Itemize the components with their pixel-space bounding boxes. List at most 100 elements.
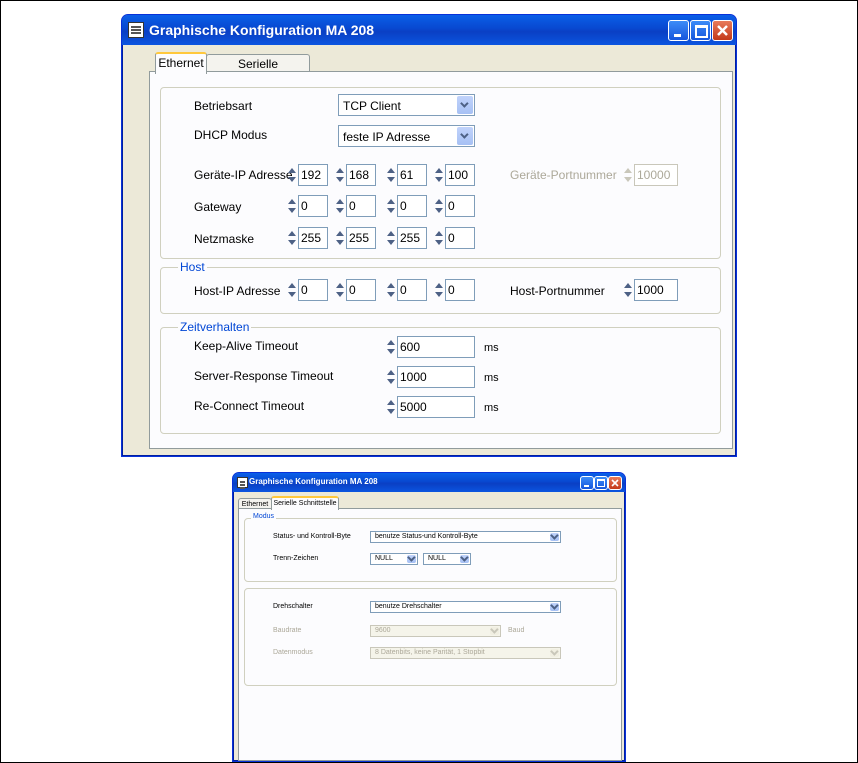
modus-group [244,518,617,582]
spinner-arrows-icon[interactable] [286,166,297,184]
chevron-down-icon[interactable] [407,555,416,563]
spinner-arrows-icon[interactable] [385,281,396,299]
spinner-arrows-icon[interactable] [433,197,444,215]
close-icon [611,479,619,487]
minimize-icon [674,34,681,37]
gateway-octet-1[interactable]: 0 [286,195,328,217]
host-port-field[interactable]: 1000 [622,279,678,301]
drehschalter-select[interactable]: benutze Drehschalter [370,601,561,613]
modus-legend: Modus [251,513,277,520]
window-title: Graphische Konfiguration MA 208 [249,477,378,486]
gateway-octet-3[interactable]: 0 [385,195,427,217]
close-button[interactable] [712,20,733,41]
tab-ethernet-label: Ethernet [158,56,204,70]
keepalive-field[interactable]: 600 [385,336,475,358]
maximize-icon [695,25,708,38]
spinner-arrows-icon[interactable] [385,197,396,215]
netzmaske-label: Netzmaske [194,232,255,246]
tab-serielle[interactable]: Serielle Schnittstelle [271,496,339,510]
maximize-icon [597,479,605,487]
status-byte-label: Status- und Kontroll-Byte [273,533,351,540]
spinner-arrows-icon[interactable] [334,281,345,299]
spinner-arrows-icon[interactable] [334,166,345,184]
host-ip-octet-4[interactable]: 0 [433,279,475,301]
geraete-ip-octet-4[interactable]: 100 [433,164,475,186]
chevron-down-icon[interactable] [457,127,473,145]
geraete-ip-octet-2[interactable]: 168 [334,164,376,186]
close-icon [717,25,728,36]
spinner-arrows-icon[interactable] [385,398,396,416]
window-icon [128,22,144,38]
geraete-port-field[interactable]: 10000 [622,164,678,186]
window-title: Graphische Konfiguration MA 208 [149,22,375,38]
spinner-arrows-icon[interactable] [385,368,396,386]
minimize-icon [584,485,589,487]
netzmaske-octet-3[interactable]: 255 [385,227,427,249]
title-bar[interactable]: Graphische Konfiguration MA 208 [233,473,625,492]
geraete-port-label: Geräte-Portnummer [510,168,617,182]
netzmaske-octet-4[interactable]: 0 [433,227,475,249]
geraete-ip-octet-3[interactable]: 61 [385,164,427,186]
host-legend: Host [178,260,207,274]
status-byte-select[interactable]: benutze Status-und Kontroll-Byte [370,531,561,543]
title-bar[interactable]: Graphische Konfiguration MA 208 [122,15,736,45]
spinner-arrows-icon[interactable] [622,166,633,184]
geraete-ip-octet-1[interactable]: 192 [286,164,328,186]
betriebsart-select[interactable]: TCP Client [338,94,475,116]
chevron-down-icon[interactable] [460,555,469,563]
spinner-arrows-icon[interactable] [433,281,444,299]
gateway-octet-2[interactable]: 0 [334,195,376,217]
spinner-arrows-icon[interactable] [433,166,444,184]
netzmaske-octet-1[interactable]: 255 [286,227,328,249]
spinner-arrows-icon[interactable] [433,229,444,247]
chevron-down-icon[interactable] [550,603,559,611]
gateway-label: Gateway [194,200,242,214]
spinner-arrows-icon[interactable] [385,166,396,184]
chevron-down-icon[interactable] [550,533,559,541]
maximize-button[interactable] [690,20,711,41]
dhcp-select[interactable]: feste IP Adresse [338,125,475,147]
spinner-arrows-icon[interactable] [385,338,396,356]
reconnect-label: Re-Connect Timeout [194,399,305,413]
spinner-arrows-icon[interactable] [385,229,396,247]
betriebsart-label: Betriebsart [194,99,253,113]
server-response-field[interactable]: 1000 [385,366,475,388]
minimize-button[interactable] [580,476,594,490]
spinner-arrows-icon[interactable] [334,197,345,215]
maximize-button[interactable] [594,476,608,490]
server-response-label: Server-Response Timeout [194,369,334,383]
window-serielle: Graphische Konfiguration MA 208 Ethernet… [232,472,626,762]
geraete-ip-label: Geräte-IP Adresse [194,168,293,182]
host-ip-octet-2[interactable]: 0 [334,279,376,301]
trenn-zeichen-select-2[interactable]: NULL [423,553,471,565]
netzmaske-octet-2[interactable]: 255 [334,227,376,249]
chevron-down-icon[interactable] [490,627,499,635]
tab-ethernet-label: Ethernet [241,501,269,508]
chevron-down-icon[interactable] [457,96,473,114]
datenmodus-select[interactable]: 8 Datenbits, keine Parität, 1 Stopbit [370,647,561,659]
spinner-arrows-icon[interactable] [622,281,633,299]
trenn-zeichen-select-1[interactable]: NULL [370,553,418,565]
trenn-zeichen-label: Trenn-Zeichen [273,555,319,562]
host-ip-octet-3[interactable]: 0 [385,279,427,301]
chevron-down-icon[interactable] [550,649,559,657]
gateway-octet-4[interactable]: 0 [433,195,475,217]
tab-ethernet[interactable]: Ethernet [155,52,207,74]
host-port-label: Host-Portnummer [510,284,605,298]
dhcp-label: DHCP Modus [194,128,268,142]
server-response-unit: ms [484,372,499,384]
tab-panel: Modus Status- und Kontroll-Byte benutze … [238,508,622,761]
spinner-arrows-icon[interactable] [286,197,297,215]
minimize-button[interactable] [668,20,689,41]
keepalive-unit: ms [484,342,499,354]
host-ip-octet-1[interactable]: 0 [286,279,328,301]
host-ip-label: Host-IP Adresse [194,284,281,298]
baudrate-select[interactable]: 9600 [370,625,501,637]
tab-serielle-label: Serielle Schnittstelle [273,500,337,507]
tab-panel: Betriebsart TCP Client DHCP Modus feste … [149,71,733,449]
close-button[interactable] [608,476,622,490]
spinner-arrows-icon[interactable] [286,229,297,247]
spinner-arrows-icon[interactable] [334,229,345,247]
reconnect-field[interactable]: 5000 [385,396,475,418]
spinner-arrows-icon[interactable] [286,281,297,299]
